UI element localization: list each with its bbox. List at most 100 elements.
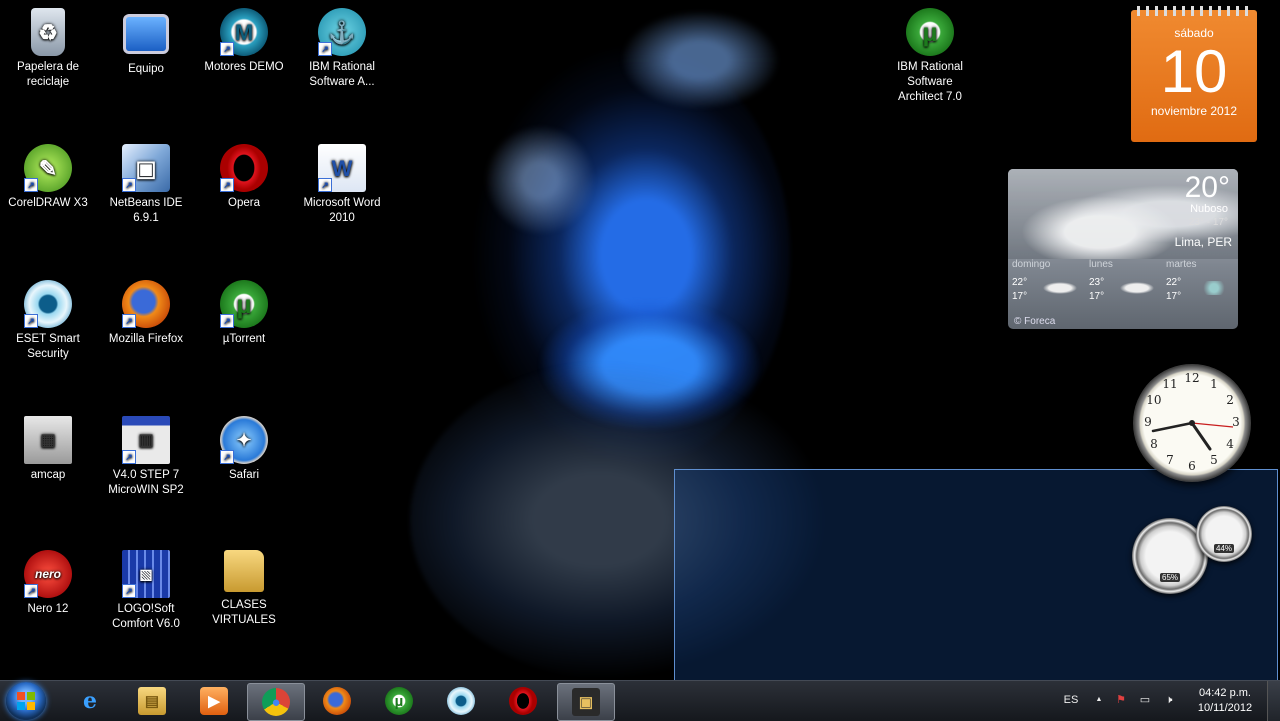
cloud-icon (1117, 281, 1157, 295)
desktop-icon-eset[interactable]: ↗ ESET Smart Security (2, 280, 94, 362)
desktop-icon-label: Mozilla Firefox (108, 333, 184, 345)
firefox-icon: ↗ (122, 280, 170, 328)
desktop-icon-safari[interactable]: ✦ ↗ Safari (198, 416, 290, 483)
opera-icon: ↗ (220, 144, 268, 192)
calendar-day: 10 (1160, 38, 1228, 105)
chrome-icon: ● (262, 688, 290, 716)
start-button[interactable] (6, 682, 46, 720)
desktop-icon-logosoft[interactable]: ▧ ↗ LOGO!Soft Comfort V6.0 (100, 550, 192, 632)
desktop-icon-amcap[interactable]: ▦ amcap (2, 416, 94, 483)
camera-app-icon: ▣ (572, 688, 600, 716)
shortcut-arrow-icon: ↗ (220, 178, 234, 192)
desktop-icon-opera[interactable]: ↗ Opera (198, 144, 290, 211)
shortcut-arrow-icon: ↗ (24, 584, 38, 598)
desktop-icon-label: LOGO!Soft Comfort V6.0 (112, 603, 180, 630)
memory-percentage: 44% (1213, 544, 1235, 554)
taskbar-opera[interactable]: O (495, 683, 551, 719)
weather-range: 23° - 17° (1188, 217, 1228, 228)
firefox-icon: ◉ (323, 687, 351, 715)
taskbar-media-player[interactable]: ▶ (186, 683, 242, 719)
desktop-icon-label: IBM Rational Software A... (309, 61, 375, 88)
safari-icon: ✦ ↗ (220, 416, 268, 464)
cpu-percentage: 65% (1159, 572, 1181, 582)
netbeans-icon: ▣ ↗ (122, 144, 170, 192)
desktop-icon-label: Equipo (128, 63, 164, 75)
desktop-icon-label: CLASES VIRTUALES (212, 599, 276, 626)
volume-icon[interactable]: 🕨 (1162, 693, 1176, 707)
desktop-icon-label: amcap (30, 469, 66, 481)
desktop-icon-label: Nero 12 (27, 603, 69, 615)
desktop-icon-netbeans[interactable]: ▣ ↗ NetBeans IDE 6.9.1 (100, 144, 192, 226)
weather-credit: © Foreca (1014, 316, 1056, 327)
desktop-icon-coreldraw[interactable]: ✎ ↗ CorelDRAW X3 (2, 144, 94, 211)
taskbar-chrome[interactable]: ● (247, 683, 305, 721)
drizzle-icon (1194, 281, 1234, 295)
word-icon: W ↗ (318, 144, 366, 192)
desktop-icon-utorrent[interactable]: µ ↗ µTorrent (198, 280, 290, 347)
folder-icon (224, 550, 264, 592)
forecast-day: lunes 23° 17° (1089, 259, 1163, 309)
logosoft-icon: ▧ ↗ (122, 550, 170, 598)
taskbar-internet-explorer[interactable]: e (62, 683, 118, 719)
coreldraw-icon: ✎ ↗ (24, 144, 72, 192)
desktop-icon-label: Motores DEMO (204, 61, 284, 73)
desktop-icon-clases-virtuales[interactable]: CLASES VIRTUALES (198, 550, 290, 628)
shortcut-arrow-icon: ↗ (24, 178, 38, 192)
calendar-month-year: noviembre 2012 (1150, 104, 1238, 118)
desktop-icon-label: CorelDRAW X3 (8, 197, 88, 209)
desktop-icon-label: µTorrent (222, 333, 266, 345)
shortcut-arrow-icon: ↗ (318, 42, 332, 56)
show-hidden-icons-arrow-icon[interactable]: ▲ (1092, 693, 1106, 707)
eset-icon: ↗ (24, 280, 72, 328)
forecast-day: martes 22° 17° (1166, 259, 1238, 309)
media-player-icon: ▶ (200, 687, 228, 715)
desktop-icon-ibm-rational-a[interactable]: ⚓ ↗ IBM Rational Software A... (296, 8, 388, 90)
taskbar-date: 10/11/2012 (1197, 702, 1253, 714)
action-center-flag-icon[interactable]: ⚑ (1114, 693, 1128, 707)
computer-icon (123, 14, 169, 54)
taskbar-camera-app[interactable]: ▣ (557, 683, 615, 721)
taskbar-utorrent[interactable]: µ (371, 683, 427, 719)
forecast-day-name: domingo (1012, 259, 1051, 270)
desktop-icon-label: Microsoft Word 2010 (303, 197, 381, 224)
weather-gadget[interactable]: 20° Nuboso 23° - 17° Lima, PER domingo 2… (1008, 169, 1238, 329)
taskbar-time: 04:42 p.m. (1199, 687, 1251, 699)
network-icon[interactable]: ▭ (1138, 693, 1152, 707)
microwin-icon: ▥ ↗ (122, 416, 170, 464)
shortcut-arrow-icon: ↗ (122, 584, 136, 598)
taskbar-clock[interactable]: 04:42 p.m. 10/11/2012 (1188, 686, 1262, 716)
shortcut-arrow-icon: ↗ (318, 178, 332, 192)
clock-hands (1151, 420, 1234, 451)
desktop-icon-microwin[interactable]: ▥ ↗ V4.0 STEP 7 MicroWIN SP2 (100, 416, 192, 498)
utorrent-icon: µ ↗ (220, 280, 268, 328)
desktop-icon-recycle-bin[interactable]: ♻ Papelera de reciclaje (2, 8, 94, 90)
utorrent-icon: µ (385, 687, 413, 715)
forecast-day-name: lunes (1089, 259, 1113, 270)
language-indicator[interactable]: ES (1062, 693, 1080, 707)
desktop-icon-motores-demo[interactable]: M ↗ Motores DEMO (198, 8, 290, 75)
desktop-icon-word[interactable]: W ↗ Microsoft Word 2010 (296, 144, 388, 226)
taskbar-eset[interactable]: ◎ (433, 683, 489, 719)
calendar-rings (1137, 6, 1251, 16)
desktop-icon-label: Safari (228, 469, 260, 481)
recycle-bin-icon: ♻ (31, 8, 65, 56)
calendar-gadget[interactable]: sábado 10 noviembre 2012 (1131, 6, 1257, 142)
opera-icon: O (509, 687, 537, 715)
desktop-icon-label: Opera (228, 197, 260, 209)
desktop-icon-label: V4.0 STEP 7 MicroWIN SP2 (108, 469, 184, 496)
clock-gadget[interactable]: 12 1 2 3 4 5 6 7 8 9 10 11 (1133, 364, 1251, 482)
desktop-icon-nero[interactable]: nero ↗ Nero 12 (2, 550, 94, 617)
memory-meter-gadget[interactable]: 44% (1196, 506, 1252, 562)
amcap-icon: ▦ (24, 416, 72, 464)
forecast-day-name: martes (1166, 259, 1197, 270)
desktop-icon-firefox[interactable]: ↗ Mozilla Firefox (100, 280, 192, 347)
desktop-icon-ibm-rational-architect[interactable]: µ IBM Rational Software Architect 7.0 (884, 8, 976, 105)
taskbar-firefox[interactable]: ◉ (309, 683, 365, 719)
ibm-rational-icon: ⚓ ↗ (318, 8, 366, 56)
desktop-icon-equipo[interactable]: Equipo (100, 8, 192, 77)
shortcut-arrow-icon: ↗ (24, 314, 38, 328)
taskbar-windows-explorer[interactable]: ▤ (124, 683, 180, 719)
shortcut-arrow-icon: ↗ (122, 178, 136, 192)
show-desktop-button[interactable] (1267, 681, 1280, 721)
shortcut-arrow-icon: ↗ (122, 314, 136, 328)
